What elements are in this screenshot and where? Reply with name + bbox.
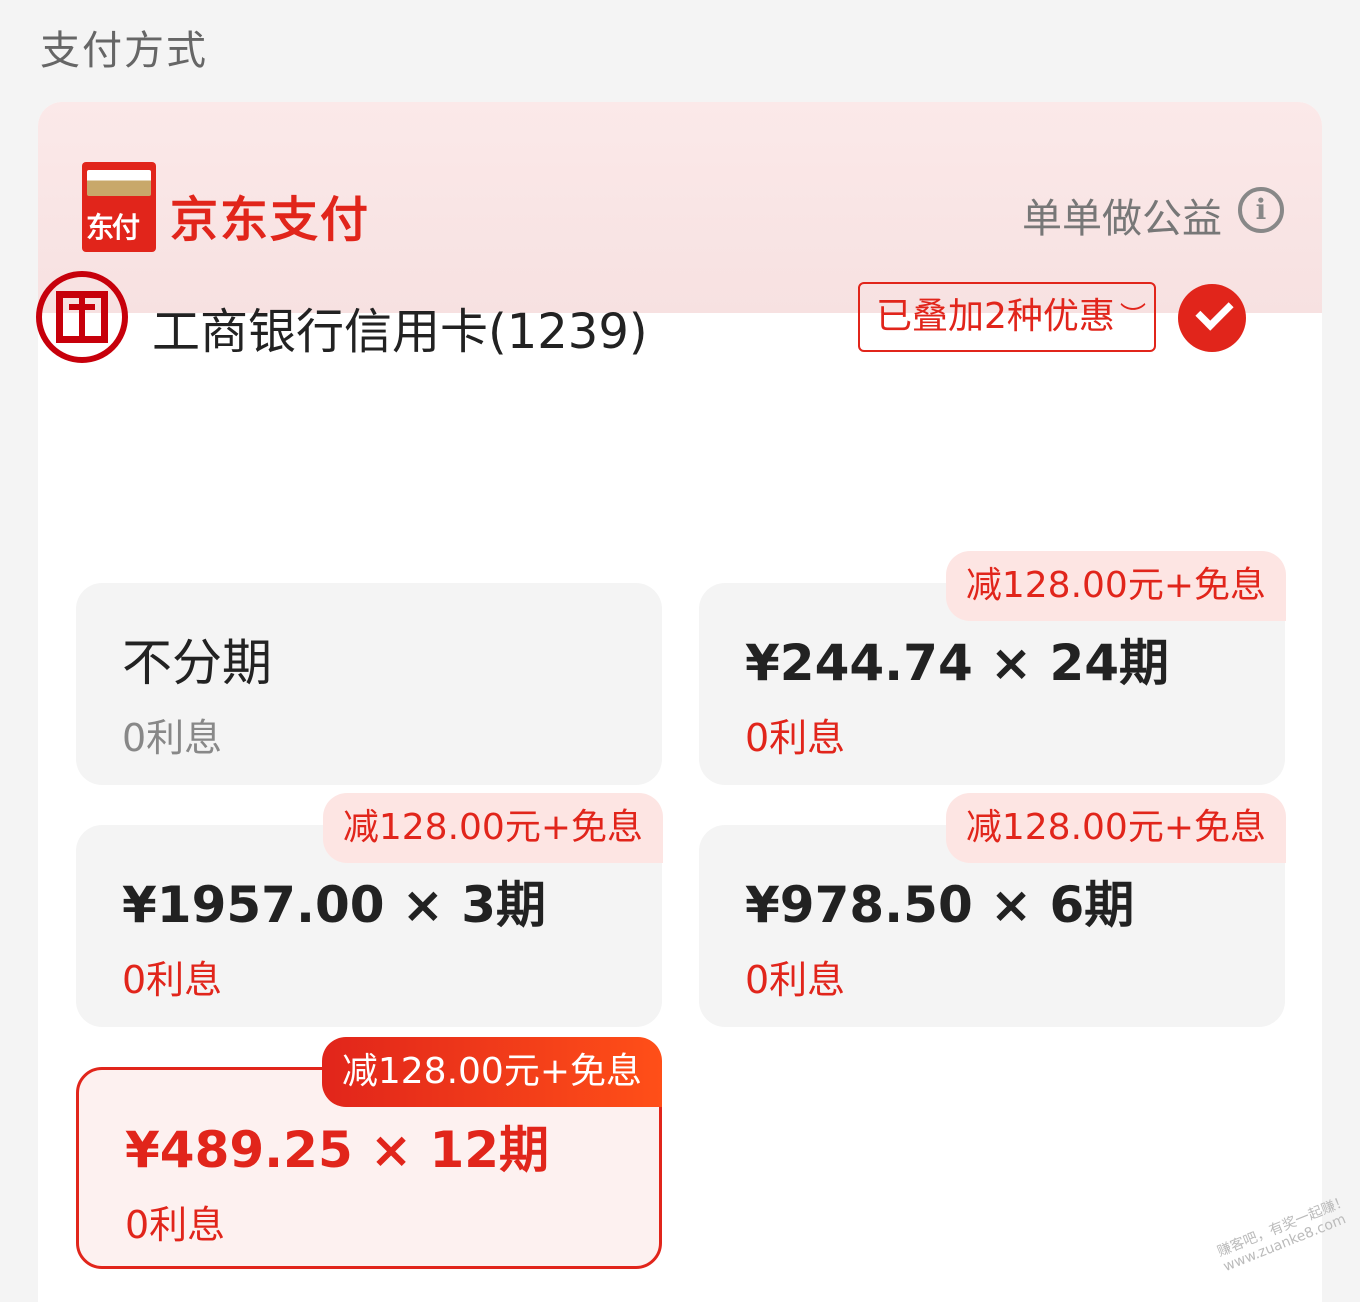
promo-tag: 减128.00元+免息 (945, 793, 1286, 863)
installment-option-12[interactable]: ¥489.25 × 12期 0利息 减128.00元+免息 (76, 1037, 662, 1269)
promo-tag: 减128.00元+免息 (322, 793, 663, 863)
logo-strip (87, 170, 151, 196)
promo-tag: 减128.00元+免息 (321, 1037, 662, 1107)
bank-name[interactable]: 工商银行信用卡(1239) (152, 292, 648, 362)
logo-text: 东付 (86, 211, 140, 244)
charity-label[interactable]: 单单做公益 (1022, 186, 1222, 244)
installment-option-24[interactable]: ¥244.74 × 24期 0利息 减128.00元+免息 (699, 551, 1286, 785)
installment-option-3[interactable]: ¥1957.00 × 3期 0利息 减128.00元+免息 (76, 793, 663, 1027)
option-sub: 0利息 (122, 958, 223, 1002)
option-main: ¥244.74 × 24期 (745, 634, 1170, 692)
option-main: ¥489.25 × 12期 (125, 1121, 550, 1179)
icbc-glyph (56, 291, 108, 343)
option-main: ¥1957.00 × 3期 (122, 876, 547, 934)
option-sub: 0利息 (122, 716, 223, 760)
option-main: ¥978.50 × 6期 (745, 876, 1135, 934)
installment-option-none[interactable]: 不分期 0利息 (76, 583, 662, 785)
option-main: 不分期 (122, 634, 272, 692)
option-sub: 0利息 (745, 958, 846, 1002)
promo-tag: 减128.00元+免息 (945, 551, 1286, 621)
discount-button[interactable]: 已叠加2种优惠 ︶ (858, 282, 1156, 352)
discount-label: 已叠加2种优惠 (876, 296, 1115, 337)
installment-option-6[interactable]: ¥978.50 × 6期 0利息 减128.00元+免息 (699, 793, 1286, 1027)
info-icon[interactable]: i (1238, 187, 1284, 233)
brand-name: 京东支付 (170, 192, 371, 248)
chevron-down-icon: ︶ (1119, 302, 1146, 332)
option-sub: 0利息 (125, 1203, 226, 1247)
option-sub: 0利息 (745, 716, 846, 760)
jdpay-logo-icon: 东付 (82, 162, 156, 252)
section-title: 支付方式 (40, 28, 208, 74)
check-icon[interactable] (1178, 284, 1246, 352)
icbc-logo-icon (36, 271, 128, 363)
